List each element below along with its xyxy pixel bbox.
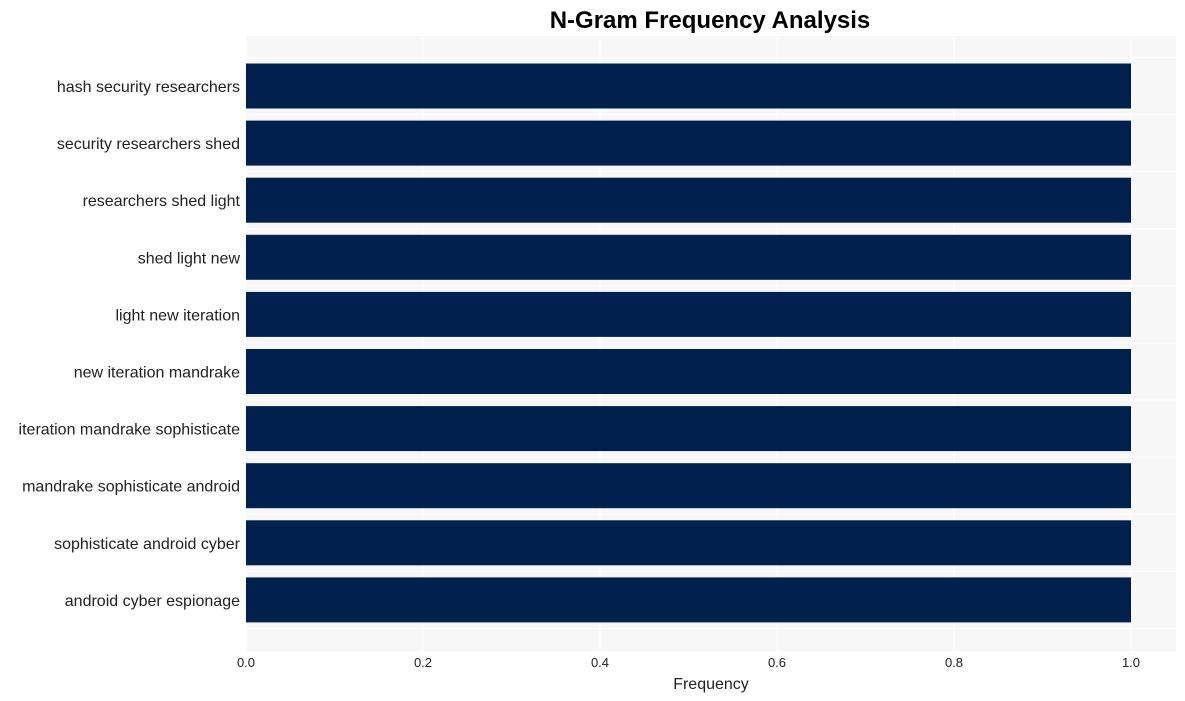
y-tick-label: sophisticate android cyber: [54, 536, 241, 553]
x-tick-label: 0.2: [414, 655, 432, 670]
bar: [246, 520, 1131, 566]
bar: [246, 463, 1131, 509]
y-tick-label: shed light new: [138, 250, 241, 267]
bar: [246, 349, 1131, 394]
y-tick-label: researchers shed light: [83, 193, 241, 210]
bar: [246, 63, 1131, 109]
x-tick-label: 0.4: [591, 655, 609, 670]
bar: [246, 406, 1131, 452]
x-tick-label: 0.6: [768, 655, 786, 670]
y-tick-label: light new iteration: [115, 307, 240, 324]
y-tick-label: mandrake sophisticate android: [22, 479, 240, 496]
y-tick-labels: hash security researchers security resear…: [19, 79, 241, 610]
y-tick-label: hash security researchers: [57, 79, 240, 96]
bar: [246, 177, 1131, 223]
bar: [246, 120, 1131, 166]
x-tick-label: 1.0: [1122, 655, 1140, 670]
x-axis-label: Frequency: [673, 676, 749, 693]
y-tick-label: security researchers shed: [57, 136, 240, 153]
bar: [246, 234, 1131, 280]
x-tick-label: 0.8: [945, 655, 963, 670]
y-tick-label: new iteration mandrake: [74, 365, 240, 382]
x-tick-labels: 0.0 0.2 0.4 0.6 0.8 1.0: [237, 655, 1140, 670]
ngram-bar-chart: hash security researchers security resear…: [19, 7, 1176, 693]
y-tick-label: android cyber espionage: [65, 593, 240, 610]
bar: [246, 577, 1131, 623]
x-tick-label: 0.0: [237, 655, 255, 670]
bar: [246, 291, 1131, 337]
y-tick-label: iteration mandrake sophisticate: [19, 422, 241, 439]
chart-title: N-Gram Frequency Analysis: [550, 7, 871, 34]
